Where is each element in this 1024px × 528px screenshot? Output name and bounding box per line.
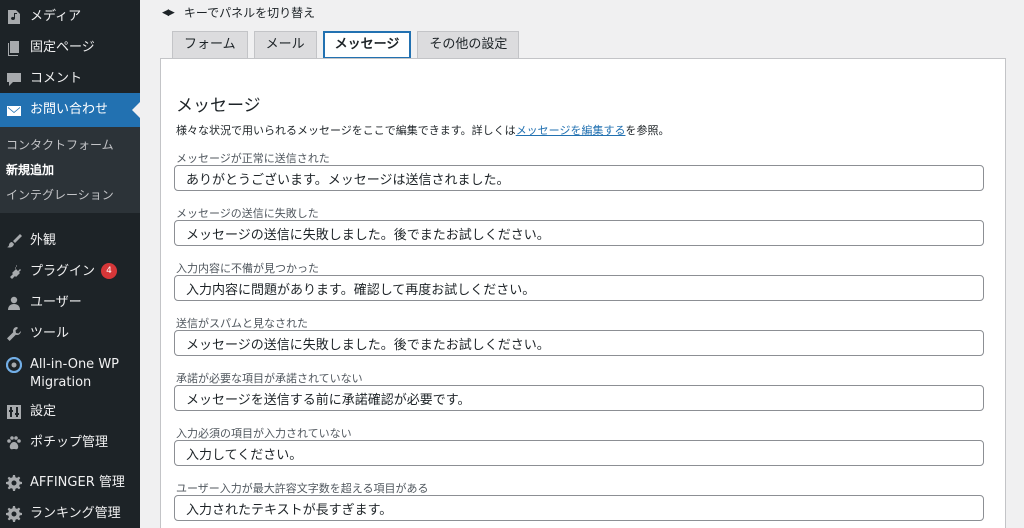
sidebar-item-label: ポチップ管理 [30,435,109,450]
submenu-item-integration[interactable]: インテグレーション [6,187,114,203]
sidebar-item-pages[interactable]: 固定ページ [0,39,140,57]
media-icon [6,9,22,25]
messages-panel: メッセージ 様々な状況で用いられるメッセージをここで編集できます。詳しくはメッセ… [160,58,1006,528]
sidebar-item-label: All-in-One WP Migration [30,357,120,390]
field-input-validation-error[interactable] [174,275,984,301]
sidebar-item-label: コメント [30,71,83,86]
sidebar-item-users[interactable]: ユーザー [0,294,140,312]
gear-icon [6,506,22,522]
field-label-accept-terms: 承諾が必要な項目が承諾されていない [176,372,363,385]
brush-icon [6,233,22,249]
left-right-arrows-icon: ◀▶ [162,7,175,18]
sidebar-item-comments[interactable]: コメント [0,70,140,88]
sidebar-item-ranking[interactable]: ランキング管理 [0,505,140,523]
sidebar-item-aio-migration[interactable]: All-in-One WP Migration [0,356,140,392]
wrench-icon [6,326,22,342]
field-label-invalid-too-long: ユーザー入力が最大許容文字数を超える項目がある [176,482,429,495]
submenu-item-add-new[interactable]: 新規追加 [6,162,54,178]
field-input-invalid-required[interactable] [174,440,984,466]
sidebar-item-label: 固定ページ [30,40,95,55]
sidebar-item-label: AFFINGER 管理 [30,475,125,490]
field-label-spam: 送信がスパムと見なされた [176,317,308,330]
panel-description-suffix: を参照。 [625,124,670,137]
edit-messages-link[interactable]: メッセージを編集する [516,124,626,137]
sidebar-item-label: ユーザー [30,295,82,310]
field-input-accept-terms[interactable] [174,385,984,411]
admin-sidebar: メディア 固定ページ コメント お問い合わせ コンタクトフォーム 新規追加 イン… [0,0,140,528]
sidebar-item-pochipp[interactable]: ポチップ管理 [0,434,140,452]
keyboard-hint: ◀▶ キーでパネルを切り替え [162,4,315,21]
sidebar-item-appearance[interactable]: 外観 [0,232,140,250]
panel-description-text: 様々な状況で用いられるメッセージをここで編集できます。詳しくは [176,124,516,137]
sidebar-item-label: 設定 [30,404,57,419]
field-input-mail-sent-ng[interactable] [174,220,984,246]
panel-tabs: フォーム メール メッセージ その他の設定 [172,31,525,59]
migration-icon [6,357,22,373]
field-input-invalid-too-long[interactable] [174,495,984,521]
panel-description: 様々な状況で用いられるメッセージをここで編集できます。詳しくはメッセージを編集す… [176,122,669,138]
panel-title: メッセージ [176,96,261,116]
tab-additional-settings[interactable]: その他の設定 [417,31,520,59]
sidebar-item-settings[interactable]: 設定 [0,403,140,421]
sidebar-item-media[interactable]: メディア [0,8,140,26]
field-label-mail-sent-ng: メッセージの送信に失敗した [176,207,319,220]
mail-icon [6,103,22,119]
comment-icon [6,71,22,87]
field-label-validation-error: 入力内容に不備が見つかった [176,262,319,275]
contact-submenu: コンタクトフォーム 新規追加 インテグレーション [0,127,140,213]
sidebar-item-label: ツール [30,326,70,341]
keyboard-hint-text: キーでパネルを切り替え [183,6,316,20]
sidebar-item-plugins[interactable]: プラグイン 4 [0,263,140,281]
field-input-mail-sent-ok[interactable] [174,165,984,191]
field-label-mail-sent-ok: メッセージが正常に送信された [176,152,330,165]
tab-form[interactable]: フォーム [172,31,248,59]
paw-icon [6,435,22,451]
sidebar-item-label: メディア [30,9,82,24]
sidebar-item-tools[interactable]: ツール [0,325,140,343]
sidebar-item-label: プラグイン [30,264,96,279]
field-input-spam[interactable] [174,330,984,356]
field-label-invalid-required: 入力必須の項目が入力されていない [176,427,352,440]
active-arrow [132,102,140,118]
tab-mail[interactable]: メール [253,31,317,59]
gear-icon [6,475,22,491]
tab-messages[interactable]: メッセージ [322,31,412,59]
plugin-icon [6,264,22,280]
submenu-item-contact-forms[interactable]: コンタクトフォーム [6,137,114,153]
sidebar-item-label: 外観 [30,233,57,248]
pages-icon [6,40,22,56]
user-icon [6,295,22,311]
sidebar-item-contact[interactable]: お問い合わせ [0,93,140,127]
settings-icon [6,404,22,420]
sidebar-item-affinger[interactable]: AFFINGER 管理 [0,474,140,492]
sidebar-item-label: お問い合わせ [30,102,109,117]
sidebar-item-label: ランキング管理 [30,506,121,521]
plugin-update-badge: 4 [101,263,118,279]
